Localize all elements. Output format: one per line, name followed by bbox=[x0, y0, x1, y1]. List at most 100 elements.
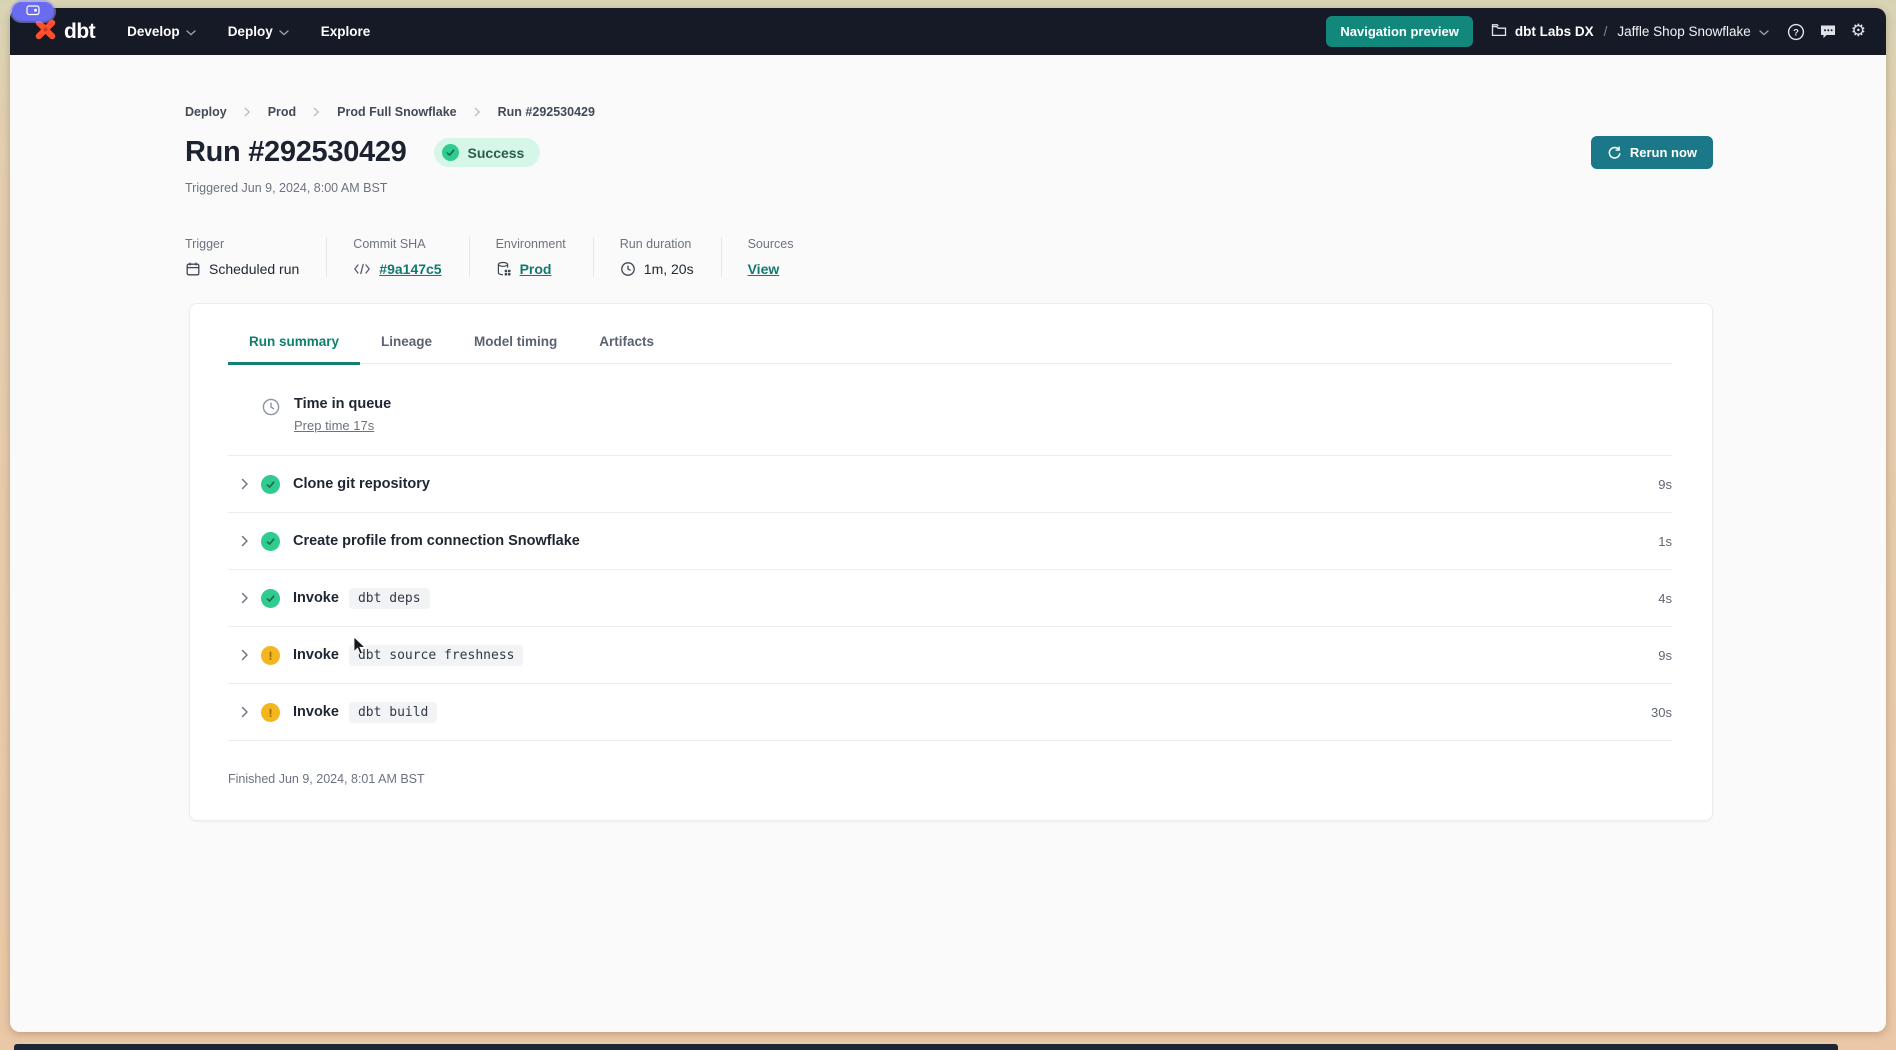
nav-menus: Develop Deploy Explore bbox=[95, 24, 370, 39]
meta-value[interactable]: Prod bbox=[520, 261, 552, 277]
help-icon[interactable]: ? bbox=[1787, 23, 1805, 41]
breadcrumb-separator-icon bbox=[474, 107, 481, 117]
refresh-icon bbox=[1607, 145, 1622, 160]
step-row[interactable]: Invoke dbt build 30s bbox=[228, 684, 1672, 741]
code-icon bbox=[353, 262, 371, 276]
meta-value[interactable]: View bbox=[748, 261, 780, 277]
settings-gear-icon[interactable]: ⚙ bbox=[1851, 23, 1866, 40]
meta-value[interactable]: #9a147c5 bbox=[379, 261, 441, 277]
step-label: Clone git repository bbox=[293, 476, 430, 492]
warning-icon bbox=[261, 703, 280, 722]
breadcrumb-item[interactable]: Prod bbox=[268, 105, 296, 119]
triggered-timestamp: Triggered Jun 9, 2024, 8:00 AM BST bbox=[185, 181, 1713, 195]
environment-icon bbox=[496, 261, 512, 277]
success-check-icon bbox=[261, 475, 280, 494]
top-navbar: dbt Develop Deploy Explore Navigation prev… bbox=[10, 8, 1886, 55]
clock-icon bbox=[620, 261, 636, 277]
step-row[interactable]: Create profile from connection Snowflake… bbox=[228, 513, 1672, 570]
step-label: Invoke bbox=[293, 647, 339, 663]
queue-title: Time in queue bbox=[294, 396, 391, 412]
meta-value: Scheduled run bbox=[209, 261, 299, 277]
success-dot-icon bbox=[442, 144, 459, 161]
step-command: dbt build bbox=[349, 702, 437, 723]
tab-run-summary[interactable]: Run summary bbox=[228, 334, 360, 365]
meta-column-trigger: Trigger Scheduled run bbox=[185, 237, 326, 277]
svg-text:?: ? bbox=[1793, 27, 1799, 38]
success-check-icon bbox=[261, 589, 280, 608]
breadcrumb: Deploy Prod Prod Full Snowflake Run #292530… bbox=[185, 105, 1713, 119]
feedback-icon[interactable] bbox=[1819, 23, 1837, 40]
meta-value: 1m, 20s bbox=[644, 261, 694, 277]
step-duration: 30s bbox=[1651, 705, 1672, 720]
status-badge-label: Success bbox=[468, 145, 525, 161]
success-check-icon bbox=[261, 532, 280, 551]
step-duration: 9s bbox=[1658, 648, 1672, 663]
meta-label: Environment bbox=[496, 237, 566, 251]
tab-artifacts[interactable]: Artifacts bbox=[578, 334, 675, 365]
crumb-separator: / bbox=[1604, 24, 1608, 39]
step-row[interactable]: Clone git repository 9s bbox=[228, 456, 1672, 513]
expand-chevron-icon[interactable] bbox=[241, 592, 249, 604]
nav-menu-label: Explore bbox=[321, 24, 371, 39]
calendar-icon bbox=[185, 261, 201, 277]
expand-chevron-icon[interactable] bbox=[241, 649, 249, 661]
folder-icon bbox=[1491, 23, 1507, 40]
meta-column-environment: Environment Prod bbox=[469, 237, 593, 277]
finished-timestamp: Finished Jun 9, 2024, 8:01 AM BST bbox=[228, 772, 1672, 786]
screen-share-icon bbox=[26, 3, 40, 21]
step-label: Invoke bbox=[293, 590, 339, 606]
app-window: dbt Develop Deploy Explore Navigation prev… bbox=[10, 8, 1886, 1032]
queue-clock-icon bbox=[261, 397, 281, 435]
step-duration: 4s bbox=[1658, 591, 1672, 606]
breadcrumb-separator-icon bbox=[313, 107, 320, 117]
dbt-logo-text: dbt bbox=[64, 20, 95, 44]
steps-list: Clone git repository 9s Create profile fro… bbox=[228, 456, 1672, 741]
status-badge: Success bbox=[434, 138, 541, 167]
step-command: dbt source freshness bbox=[349, 645, 524, 666]
step-row[interactable]: Invoke dbt source freshness 9s bbox=[228, 627, 1672, 684]
tab-bar: Run summaryLineageModel timingArtifacts bbox=[228, 304, 1672, 364]
meta-label: Trigger bbox=[185, 237, 299, 251]
rerun-now-label: Rerun now bbox=[1630, 145, 1697, 160]
chevron-down-icon bbox=[186, 30, 196, 36]
nav-menu-explore[interactable]: Explore bbox=[321, 24, 371, 39]
account-name[interactable]: dbt Labs DX bbox=[1515, 24, 1594, 39]
meta-column-sources: Sources View bbox=[721, 237, 821, 277]
tab-lineage[interactable]: Lineage bbox=[360, 334, 453, 365]
meta-label: Sources bbox=[748, 237, 794, 251]
meta-label: Run duration bbox=[620, 237, 694, 251]
expand-chevron-icon[interactable] bbox=[241, 535, 249, 547]
expand-chevron-icon[interactable] bbox=[241, 706, 249, 718]
navigation-preview-button[interactable]: Navigation preview bbox=[1326, 16, 1472, 47]
run-meta-row: TriggerScheduled runCommit SHA#9a147c5En… bbox=[185, 237, 1713, 277]
dock-bar bbox=[14, 1044, 1838, 1050]
prep-time-link[interactable]: Prep time 17s bbox=[294, 418, 374, 433]
breadcrumb-item[interactable]: Run #292530429 bbox=[498, 105, 595, 119]
step-command: dbt deps bbox=[349, 588, 430, 609]
project-name[interactable]: Jaffle Shop Snowflake bbox=[1617, 24, 1750, 39]
step-row[interactable]: Invoke dbt deps 4s bbox=[228, 570, 1672, 627]
step-label: Create profile from connection Snowflake bbox=[293, 533, 580, 549]
breadcrumb-separator-icon bbox=[244, 107, 251, 117]
run-summary-card: Run summaryLineageModel timingArtifacts … bbox=[189, 303, 1713, 821]
meta-column-commit-sha: Commit SHA#9a147c5 bbox=[326, 237, 468, 277]
breadcrumb-item[interactable]: Prod Full Snowflake bbox=[337, 105, 456, 119]
time-in-queue-section: Time in queue Prep time 17s bbox=[228, 364, 1672, 456]
nav-menu-label: Develop bbox=[127, 24, 180, 39]
chevron-down-icon bbox=[279, 30, 289, 36]
account-project-switcher[interactable]: dbt Labs DX / Jaffle Shop Snowflake bbox=[1491, 23, 1769, 40]
step-duration: 1s bbox=[1658, 534, 1672, 549]
expand-chevron-icon[interactable] bbox=[241, 478, 249, 490]
nav-menu-label: Deploy bbox=[228, 24, 273, 39]
chevron-down-icon bbox=[1759, 30, 1769, 36]
rerun-now-button[interactable]: Rerun now bbox=[1591, 136, 1713, 169]
run-detail-page: Deploy Prod Prod Full Snowflake Run #292530… bbox=[10, 55, 1886, 821]
screen-share-pill[interactable] bbox=[12, 2, 54, 21]
step-duration: 9s bbox=[1658, 477, 1672, 492]
nav-menu-deploy[interactable]: Deploy bbox=[228, 24, 289, 39]
step-label: Invoke bbox=[293, 704, 339, 720]
nav-menu-develop[interactable]: Develop bbox=[127, 24, 196, 39]
breadcrumb-item[interactable]: Deploy bbox=[185, 105, 227, 119]
page-title: Run #292530429 bbox=[185, 136, 407, 169]
tab-model-timing[interactable]: Model timing bbox=[453, 334, 578, 365]
